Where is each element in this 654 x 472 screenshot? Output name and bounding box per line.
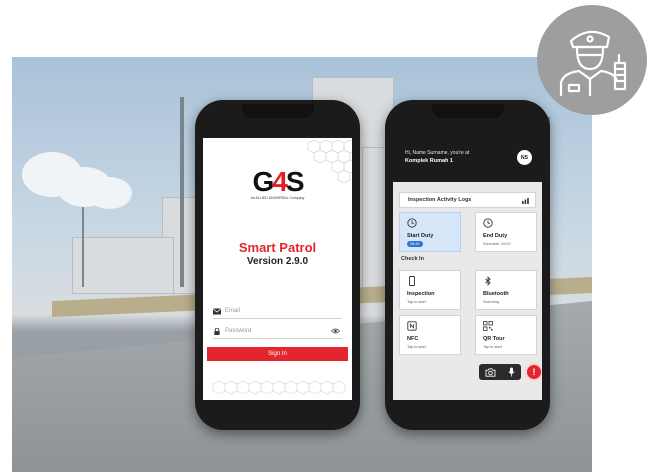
dashboard-screen: Hi, Name Surname, you're at Komplek Ruma… bbox=[393, 138, 542, 400]
nfc-icon bbox=[407, 321, 417, 331]
qr-code-icon bbox=[483, 321, 493, 331]
phone-login: G4S An ALLIED UNIVERSAL Company Smart Pa… bbox=[195, 100, 360, 430]
inspection-logs-button[interactable]: Inspection Activity Logs bbox=[399, 192, 536, 208]
location-name: Komplek Rumah 1 bbox=[405, 158, 453, 164]
phone-icon bbox=[409, 276, 415, 286]
check-in-heading: Check In bbox=[401, 256, 424, 262]
end-duty-schedule: Schedule: 19:00 bbox=[483, 242, 511, 246]
nfc-sub: Tap to start bbox=[407, 345, 426, 349]
inspection-sub: Tap to start bbox=[407, 300, 426, 304]
envelope-icon bbox=[213, 307, 221, 314]
start-duty-card[interactable]: Start Duty 08:49 bbox=[399, 212, 461, 252]
camera-icon[interactable] bbox=[485, 367, 496, 377]
app-title: Smart Patrol bbox=[238, 240, 317, 255]
email-placeholder: Email bbox=[225, 308, 241, 314]
bluetooth-sub: Scanning bbox=[483, 300, 499, 304]
bluetooth-icon bbox=[485, 276, 491, 286]
phone-dashboard: Hi, Name Surname, you're at Komplek Ruma… bbox=[385, 100, 550, 430]
end-duty-title: End Duty bbox=[483, 233, 508, 239]
phone-notch bbox=[431, 104, 504, 118]
sign-in-button[interactable]: Sign In bbox=[207, 347, 348, 361]
lock-icon bbox=[214, 327, 220, 335]
app-version: Version 2.9.0 bbox=[246, 256, 309, 267]
greeting-text: Hi, Name Surname, you're at bbox=[405, 150, 470, 156]
logo-subtitle: An ALLIED UNIVERSAL Company bbox=[250, 196, 305, 200]
password-field[interactable]: Password bbox=[213, 324, 342, 339]
inspection-card[interactable]: Inspection Tap to start bbox=[399, 270, 461, 310]
start-duty-time: 08:49 bbox=[407, 241, 423, 247]
avatar[interactable]: NS bbox=[517, 150, 532, 165]
start-duty-title: Start Duty bbox=[407, 233, 434, 239]
nfc-card[interactable]: NFC Tap to start bbox=[399, 315, 461, 355]
company-logo: G4S An ALLIED UNIVERSAL Company bbox=[203, 166, 352, 200]
security-guard-icon bbox=[559, 30, 627, 97]
security-guard-badge bbox=[537, 5, 647, 115]
bluetooth-title: Bluetooth bbox=[483, 291, 509, 297]
eye-icon[interactable] bbox=[331, 328, 340, 334]
media-toolbar bbox=[479, 364, 521, 380]
nfc-title: NFC bbox=[407, 336, 419, 342]
logo-letter-4: 4 bbox=[272, 166, 288, 197]
sos-button[interactable]: ! bbox=[525, 363, 542, 381]
clock-icon bbox=[407, 218, 417, 228]
inspection-logs-label: Inspection Activity Logs bbox=[408, 197, 472, 203]
password-placeholder: Password bbox=[225, 328, 252, 334]
microphone-icon[interactable] bbox=[508, 367, 515, 377]
qr-tour-sub: Tap to start bbox=[483, 345, 502, 349]
dashboard-header: Hi, Name Surname, you're at Komplek Ruma… bbox=[393, 138, 542, 182]
bluetooth-card[interactable]: Bluetooth Scanning bbox=[475, 270, 537, 310]
qr-tour-card[interactable]: QR Tour Tap to start bbox=[475, 315, 537, 355]
logo-letter-g: G bbox=[252, 166, 274, 197]
bar-chart-icon bbox=[522, 198, 529, 204]
phone-notch bbox=[241, 104, 314, 118]
login-screen: G4S An ALLIED UNIVERSAL Company Smart Pa… bbox=[203, 138, 352, 400]
email-field[interactable]: Email bbox=[213, 304, 342, 319]
inspection-title: Inspection bbox=[407, 291, 435, 297]
end-duty-card[interactable]: End Duty Schedule: 19:00 bbox=[475, 212, 537, 252]
qr-tour-title: QR Tour bbox=[483, 336, 505, 342]
logo-letter-s: S bbox=[285, 166, 305, 197]
clock-icon bbox=[483, 218, 493, 228]
hex-pattern-bottom bbox=[212, 380, 346, 395]
